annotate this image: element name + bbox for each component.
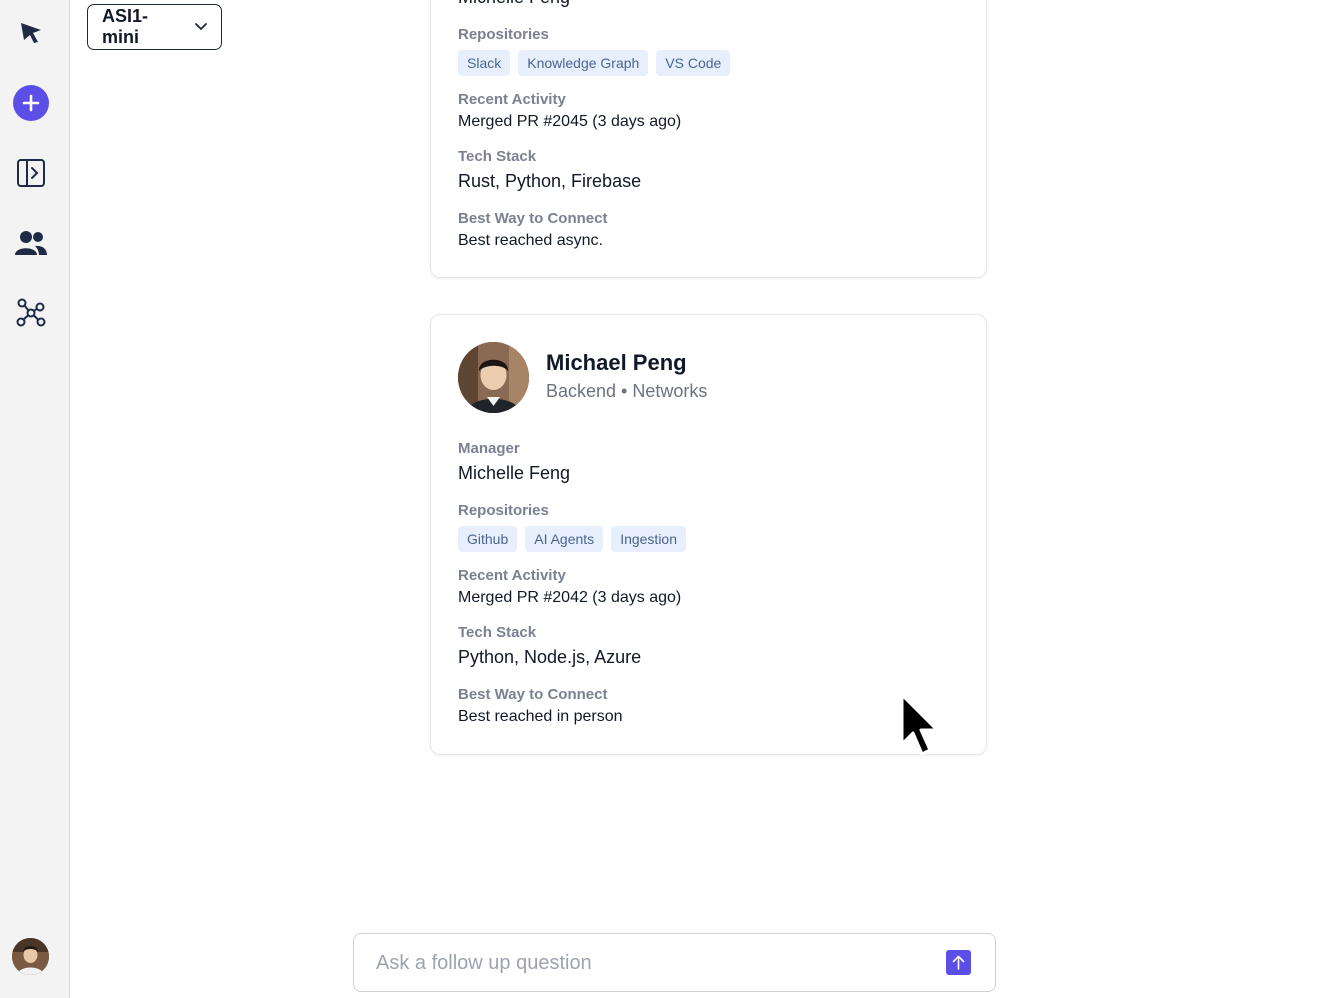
tech-stack-value: Python, Node.js, Azure — [458, 647, 642, 667]
send-button[interactable] — [946, 950, 971, 975]
mouse-cursor-icon — [898, 692, 944, 767]
manager-label: Manager — [458, 440, 520, 457]
ask-box — [353, 933, 996, 992]
connect-label: Best Way to Connect — [458, 210, 608, 227]
toggle-panel-icon[interactable] — [13, 155, 49, 191]
repositories-tags: Slack Knowledge Graph VS Code — [458, 50, 731, 76]
manager-value: Michelle Feng — [458, 0, 570, 8]
arrow-up-icon — [952, 955, 965, 970]
logo-arrow-icon[interactable] — [13, 14, 49, 50]
ask-input[interactable] — [376, 948, 936, 978]
repositories-label: Repositories — [458, 26, 549, 43]
repo-tag[interactable]: Slack — [458, 50, 511, 76]
repo-tag[interactable]: VS Code — [656, 50, 731, 76]
manager-value: Michelle Feng — [458, 463, 571, 483]
chevron-down-icon — [195, 18, 207, 36]
repo-tag[interactable]: Knowledge Graph — [518, 50, 649, 76]
repo-tag[interactable]: Ingestion — [611, 526, 687, 552]
recent-activity-value: Merged PR #2045 (3 days ago) — [458, 113, 682, 130]
tech-stack-label: Tech Stack — [458, 148, 537, 165]
model-selector[interactable]: ASI1-mini — [87, 4, 222, 50]
recent-activity-label: Recent Activity — [458, 91, 566, 108]
person-avatar — [458, 342, 529, 413]
user-avatar[interactable] — [12, 938, 49, 975]
person-card: Michael Peng Backend • Networks Manager … — [430, 314, 987, 755]
connect-value: Best reached in person — [458, 708, 623, 725]
person-name: Michael Peng — [546, 350, 687, 375]
graph-icon[interactable] — [13, 295, 49, 331]
sidebar — [0, 0, 70, 998]
repositories-label: Repositories — [458, 502, 549, 519]
tech-stack-label: Tech Stack — [458, 624, 537, 641]
connect-label: Best Way to Connect — [458, 686, 608, 703]
connect-value: Best reached async. — [458, 232, 603, 249]
repo-tag[interactable]: AI Agents — [525, 526, 604, 552]
tech-stack-value: Rust, Python, Firebase — [458, 171, 642, 191]
model-selector-label: ASI1-mini — [102, 6, 149, 47]
person-role: Backend • Networks — [546, 381, 708, 401]
people-icon[interactable] — [13, 225, 49, 261]
new-chat-button[interactable] — [13, 85, 49, 121]
plus-icon — [13, 85, 49, 121]
person-card: Michelle Feng Repositories Slack Knowled… — [430, 0, 987, 278]
recent-activity-value: Merged PR #2042 (3 days ago) — [458, 589, 682, 606]
repo-tag[interactable]: Github — [458, 526, 518, 552]
repositories-tags: Github AI Agents Ingestion — [458, 526, 687, 552]
recent-activity-label: Recent Activity — [458, 567, 566, 584]
